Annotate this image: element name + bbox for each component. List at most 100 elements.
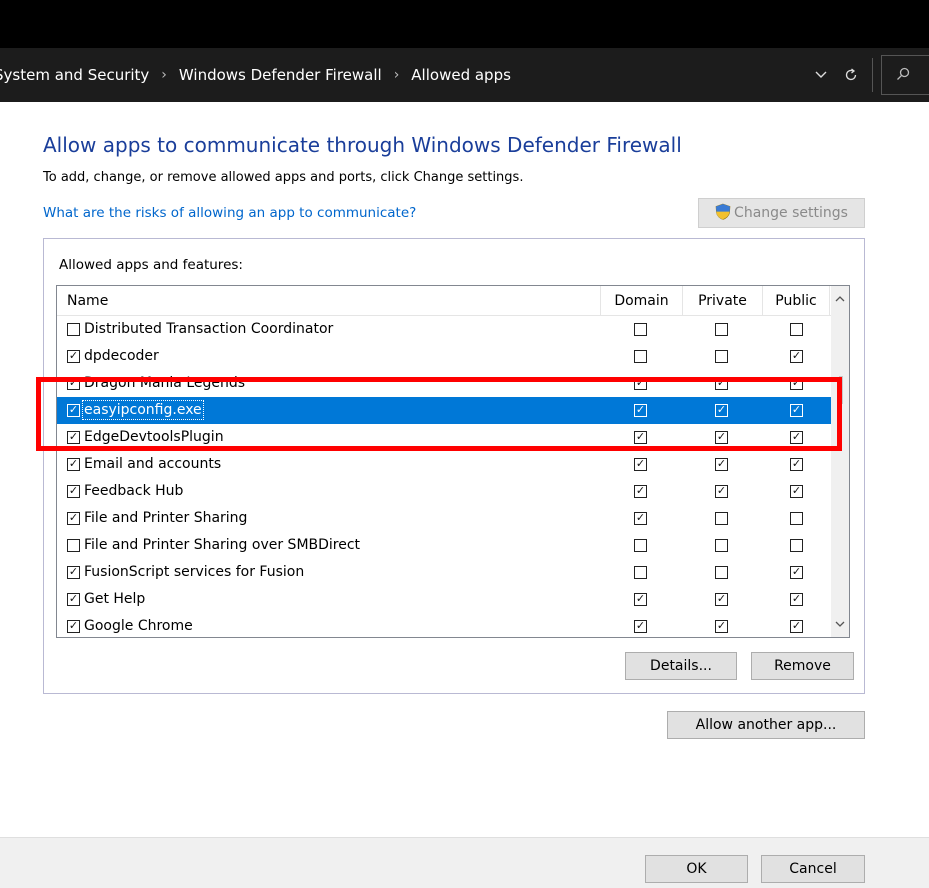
breadcrumb-item-allowed-apps[interactable]: Allowed apps [411, 66, 511, 84]
list-item[interactable]: Distributed Transaction Coordinator [57, 317, 831, 343]
app-name-cell: ✓ dpdecoder [67, 343, 159, 370]
private-checkbox[interactable] [715, 565, 728, 579]
page-title: Allow apps to communicate through Window… [43, 133, 682, 157]
enable-app-checkbox[interactable]: ✓ [67, 457, 80, 471]
list-rows: Distributed Transaction Coordinator ✓ dpde… [57, 317, 831, 637]
list-item[interactable]: ✓ Feedback Hub ✓ ✓ ✓ [57, 478, 831, 505]
remove-button[interactable]: Remove [751, 652, 854, 680]
scroll-down-icon[interactable] [831, 615, 849, 633]
allow-another-app-button[interactable]: Allow another app... [667, 711, 865, 739]
enable-app-checkbox[interactable]: ✓ [67, 349, 80, 363]
list-item[interactable]: ✓ File and Printer Sharing ✓ [57, 505, 831, 532]
public-checkbox[interactable]: ✓ [790, 349, 803, 363]
highlight-box [36, 377, 842, 451]
cancel-button[interactable]: Cancel [761, 855, 865, 883]
change-settings-button[interactable]: Change settings [698, 198, 865, 228]
domain-checkbox[interactable]: ✓ [634, 484, 647, 498]
domain-checkbox[interactable]: ✓ [634, 511, 647, 525]
app-name: Distributed Transaction Coordinator [84, 321, 334, 337]
app-name-cell: File and Printer Sharing over SMBDirect [67, 532, 360, 559]
change-settings-label: Change settings [734, 205, 848, 221]
domain-checkbox[interactable] [634, 565, 647, 579]
app-name-cell: Distributed Transaction Coordinator [67, 317, 333, 343]
risks-help-link[interactable]: What are the risks of allowing an app to… [43, 205, 416, 221]
list-item[interactable]: File and Printer Sharing over SMBDirect [57, 532, 831, 559]
enable-app-checkbox[interactable] [67, 322, 80, 336]
domain-checkbox[interactable] [634, 322, 647, 336]
domain-checkbox[interactable]: ✓ [634, 619, 647, 633]
app-name: File and Printer Sharing [84, 510, 248, 526]
public-checkbox[interactable]: ✓ [790, 457, 803, 471]
public-checkbox[interactable]: ✓ [790, 484, 803, 498]
address-bar-divider [872, 58, 873, 92]
domain-checkbox[interactable]: ✓ [634, 592, 647, 606]
app-name: Email and accounts [84, 456, 222, 472]
details-button[interactable]: Details... [625, 652, 737, 680]
enable-app-checkbox[interactable] [67, 538, 80, 552]
enable-app-checkbox[interactable]: ✓ [67, 565, 80, 579]
private-checkbox[interactable] [715, 322, 728, 336]
app-name: FusionScript services for Fusion [84, 564, 305, 580]
allowed-apps-list[interactable]: Name Domain Private Public Distributed T… [56, 285, 850, 638]
app-name-cell: ✓ File and Printer Sharing [67, 505, 247, 532]
app-name-cell: ✓ Email and accounts [67, 451, 221, 478]
app-name-cell: ✓ Google Chrome [67, 613, 193, 638]
public-checkbox[interactable]: ✓ [790, 619, 803, 633]
column-header-domain[interactable]: Domain [600, 286, 682, 316]
app-name: Feedback Hub [84, 483, 184, 499]
enable-app-checkbox[interactable]: ✓ [67, 484, 80, 498]
app-name-cell: ✓ Get Help [67, 586, 145, 613]
private-checkbox[interactable] [715, 511, 728, 525]
column-header-public[interactable]: Public [762, 286, 830, 316]
domain-checkbox[interactable]: ✓ [634, 457, 647, 471]
chevron-down-icon[interactable] [806, 48, 836, 102]
uac-shield-icon [715, 203, 731, 224]
breadcrumb-separator-icon: › [161, 67, 167, 83]
private-checkbox[interactable] [715, 538, 728, 552]
list-item[interactable]: ✓ Google Chrome ✓ ✓ ✓ [57, 613, 831, 638]
app-name: Get Help [84, 591, 146, 607]
private-checkbox[interactable]: ✓ [715, 484, 728, 498]
app-name: Google Chrome [84, 618, 193, 634]
list-item[interactable]: ✓ Get Help ✓ ✓ ✓ [57, 586, 831, 613]
public-checkbox[interactable] [790, 538, 803, 552]
refresh-icon[interactable] [836, 48, 866, 102]
public-checkbox[interactable]: ✓ [790, 565, 803, 579]
allowed-apps-group: Allowed apps and features: Name Domain P… [43, 238, 865, 694]
window-top-bar [0, 0, 929, 48]
list-item[interactable]: ✓ FusionScript services for Fusion ✓ [57, 559, 831, 586]
enable-app-checkbox[interactable]: ✓ [67, 592, 80, 606]
search-icon [896, 66, 910, 85]
address-bar-controls [806, 48, 929, 102]
domain-checkbox[interactable] [634, 349, 647, 363]
private-checkbox[interactable] [715, 349, 728, 363]
column-header-private[interactable]: Private [682, 286, 762, 316]
private-checkbox[interactable]: ✓ [715, 592, 728, 606]
breadcrumb-separator-icon: › [393, 67, 400, 83]
breadcrumb-item-windows-defender-firewall[interactable]: Windows Defender Firewall [179, 66, 382, 84]
column-header-name[interactable]: Name [67, 286, 108, 316]
search-input[interactable] [881, 55, 929, 95]
address-bar[interactable]: System and Security › Windows Defender F… [0, 48, 929, 102]
ok-button[interactable]: OK [645, 855, 748, 883]
list-header: Name Domain Private Public [57, 286, 849, 316]
app-name: File and Printer Sharing over SMBDirect [84, 537, 361, 553]
group-label: Allowed apps and features: [59, 257, 243, 273]
list-item[interactable]: ✓ Email and accounts ✓ ✓ ✓ [57, 451, 831, 478]
list-item[interactable]: ✓ dpdecoder ✓ [57, 343, 831, 370]
app-name-cell: ✓ Feedback Hub [67, 478, 183, 505]
public-checkbox[interactable] [790, 322, 803, 336]
enable-app-checkbox[interactable]: ✓ [67, 619, 80, 633]
enable-app-checkbox[interactable]: ✓ [67, 511, 80, 525]
page-subtitle: To add, change, or remove allowed apps a… [43, 170, 524, 185]
public-checkbox[interactable] [790, 511, 803, 525]
scroll-up-icon[interactable] [831, 290, 849, 308]
private-checkbox[interactable]: ✓ [715, 457, 728, 471]
app-name-cell: ✓ FusionScript services for Fusion [67, 559, 304, 586]
vertical-scrollbar[interactable] [831, 286, 849, 637]
private-checkbox[interactable]: ✓ [715, 619, 728, 633]
app-name: dpdecoder [84, 348, 159, 364]
public-checkbox[interactable]: ✓ [790, 592, 803, 606]
domain-checkbox[interactable] [634, 538, 647, 552]
breadcrumb-item-system-and-security[interactable]: System and Security [0, 66, 149, 84]
